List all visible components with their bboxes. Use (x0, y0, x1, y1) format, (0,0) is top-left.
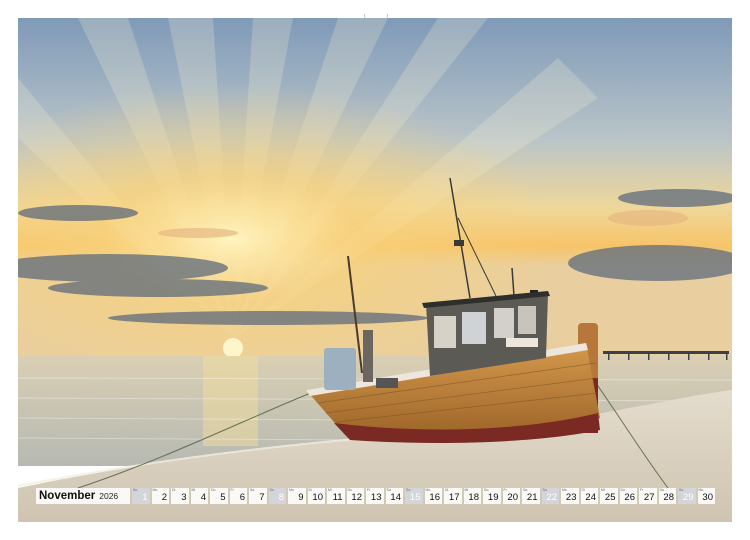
month-name: November (39, 490, 96, 502)
day-cell: Di 17 (444, 488, 462, 504)
day-cell: Fr 20 (502, 488, 520, 504)
day-number: 20 (507, 492, 518, 503)
day-cell: Mo 2 (151, 488, 169, 504)
day-number: 8 (278, 492, 284, 503)
day-weekday: Di (308, 488, 312, 492)
month-label-box: November 2026 (36, 488, 130, 504)
day-cell: Mo 23 (561, 488, 579, 504)
day-weekday: Mi (328, 488, 332, 492)
day-weekday: Sa (250, 488, 255, 492)
day-cell: So 8 (268, 488, 286, 504)
day-number: 29 (682, 492, 694, 503)
day-number: 25 (604, 492, 616, 503)
sunset-boat-photo (18, 18, 732, 522)
day-cell: Mo 9 (288, 488, 306, 504)
day-number: 12 (351, 492, 362, 503)
day-weekday: Di (172, 488, 176, 492)
day-cell: Mo 30 (697, 488, 715, 504)
day-number: 13 (370, 492, 382, 503)
day-weekday: So (133, 488, 138, 492)
day-weekday: Fr (230, 488, 234, 492)
day-number: 1 (142, 492, 148, 503)
day-cell: Mi 11 (327, 488, 345, 504)
day-weekday: Fr (640, 488, 644, 492)
day-cell: Fr 27 (639, 488, 657, 504)
day-cell: So 22 (541, 488, 559, 504)
day-number: 22 (546, 492, 557, 503)
calendar-strip: November 2026 So 1 Mo 2 Di 3 Mi 4 Do 5 Fr 6 Sa 7 So 8 Mo… (36, 488, 717, 504)
day-cell: Sa 21 (522, 488, 540, 504)
day-number: 17 (448, 492, 460, 503)
day-number: 28 (663, 492, 674, 503)
day-number: 27 (643, 492, 655, 503)
day-cell: Sa 28 (658, 488, 676, 504)
day-weekday: So (269, 488, 274, 492)
day-number: 4 (200, 492, 206, 503)
day-number: 24 (585, 492, 596, 503)
day-cells: So 1 Mo 2 Di 3 Mi 4 Do 5 Fr 6 Sa 7 So 8 Mo 9 Di 10 Mi 11 Do 12 F… (132, 488, 717, 504)
day-weekday: Di (581, 488, 585, 492)
day-weekday: Fr (503, 488, 507, 492)
day-weekday: Fr (367, 488, 371, 492)
day-weekday: Mo (289, 488, 294, 492)
day-cell: So 1 (132, 488, 150, 504)
day-cell: Do 19 (483, 488, 501, 504)
day-number: 23 (565, 492, 577, 503)
day-number: 16 (429, 492, 440, 503)
day-cell: Do 26 (619, 488, 637, 504)
calendar-photo (18, 18, 732, 522)
day-number: 14 (390, 492, 401, 503)
day-cell: Mi 18 (463, 488, 481, 504)
day-number: 19 (487, 492, 499, 503)
day-cell: Di 10 (307, 488, 325, 504)
day-number: 9 (298, 492, 304, 503)
day-number: 26 (624, 492, 635, 503)
day-number: 30 (702, 492, 713, 503)
day-cell: Mi 4 (190, 488, 208, 504)
day-cell: Mi 25 (600, 488, 618, 504)
day-cell: Sa 14 (385, 488, 403, 504)
day-cell: So 29 (678, 488, 696, 504)
day-number: 11 (332, 492, 343, 503)
day-cell: Fr 6 (229, 488, 247, 504)
day-number: 18 (468, 492, 479, 503)
day-number: 6 (239, 492, 245, 503)
day-number: 2 (161, 492, 167, 503)
day-cell: Di 3 (171, 488, 189, 504)
day-cell: Sa 7 (249, 488, 267, 504)
day-number: 7 (259, 492, 265, 503)
day-cell: Di 24 (580, 488, 598, 504)
day-weekday: Do (211, 488, 216, 492)
day-cell: Fr 13 (366, 488, 384, 504)
day-cell: Do 5 (210, 488, 228, 504)
day-number: 21 (526, 492, 538, 503)
day-weekday: Di (445, 488, 449, 492)
day-number: 15 (409, 492, 421, 503)
year-label: 2026 (99, 491, 119, 501)
day-cell: So 15 (405, 488, 423, 504)
day-weekday: Mo (152, 488, 158, 492)
day-number: 3 (181, 492, 187, 503)
day-number: 10 (312, 492, 323, 503)
day-weekday: Mi (191, 488, 196, 492)
day-number: 5 (220, 492, 226, 503)
day-cell: Mo 16 (424, 488, 442, 504)
day-cell: Do 12 (346, 488, 364, 504)
